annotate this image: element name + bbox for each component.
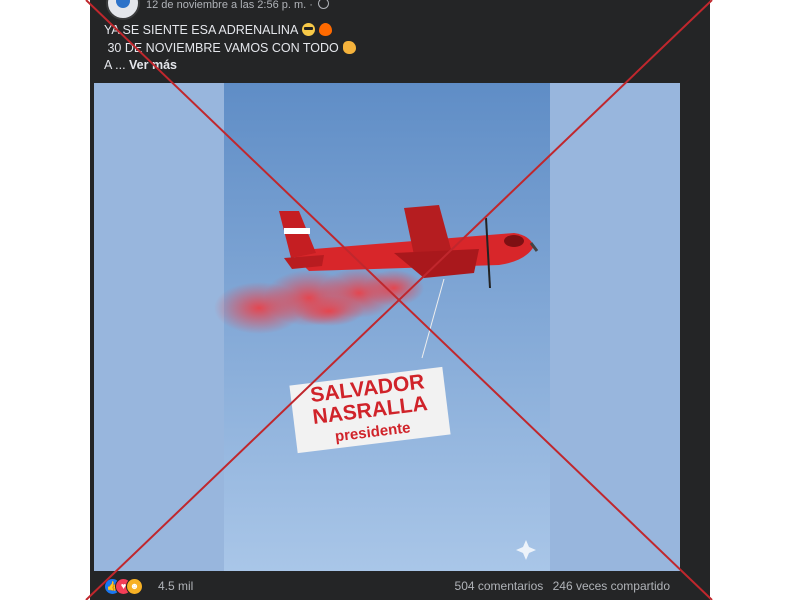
post-text-line-1-label: YA SE SIENTE ESA ADRENALINA	[104, 23, 299, 37]
haha-icon: ☻	[126, 578, 143, 595]
facebook-post: 12 de noviembre a las 2:56 p. m. · YA SE…	[90, 0, 710, 600]
post-text-line-1: YA SE SIENTE ESA ADRENALINA	[104, 22, 356, 40]
post-text-line-3: A ... Ver más	[104, 57, 356, 75]
post-text-line-2-label: 30 DE NOVIEMBRE VAMOS CON TODO	[104, 40, 339, 55]
post-footer: 👍 ♥ ☻ 4.5 mil 504 comentarios 246 veces …	[90, 574, 710, 598]
post-media-image[interactable]: SALVADOR NASRALLA presidente	[94, 83, 680, 571]
post-text-prefix: A ...	[104, 58, 126, 72]
media-illustration: SALVADOR NASRALLA presidente	[94, 83, 680, 571]
flexed-biceps-emoji-icon	[342, 40, 356, 54]
reaction-count[interactable]: 4.5 mil	[158, 579, 193, 593]
globe-icon	[318, 0, 329, 9]
timestamp-text[interactable]: 12 de noviembre a las 2:56 p. m. ·	[146, 0, 313, 11]
avatar[interactable]	[106, 0, 140, 20]
sunglasses-emoji-icon	[302, 23, 316, 36]
post-stats: 504 comentarios 246 veces compartido	[449, 579, 670, 593]
post-text-line-2: 30 DE NOVIEMBRE VAMOS CON TODO	[104, 40, 356, 58]
post-text: YA SE SIENTE ESA ADRENALINA 30 DE NOVIEM…	[104, 22, 356, 75]
comments-count-link[interactable]: 504 comentarios	[455, 579, 544, 593]
post-timestamp[interactable]: 12 de noviembre a las 2:56 p. m. ·	[146, 0, 329, 11]
shares-count-link[interactable]: 246 veces compartido	[553, 579, 670, 593]
post-header: 12 de noviembre a las 2:56 p. m. ·	[90, 0, 710, 20]
see-more-link[interactable]: Ver más	[129, 58, 177, 72]
fire-emoji-icon	[319, 23, 333, 36]
